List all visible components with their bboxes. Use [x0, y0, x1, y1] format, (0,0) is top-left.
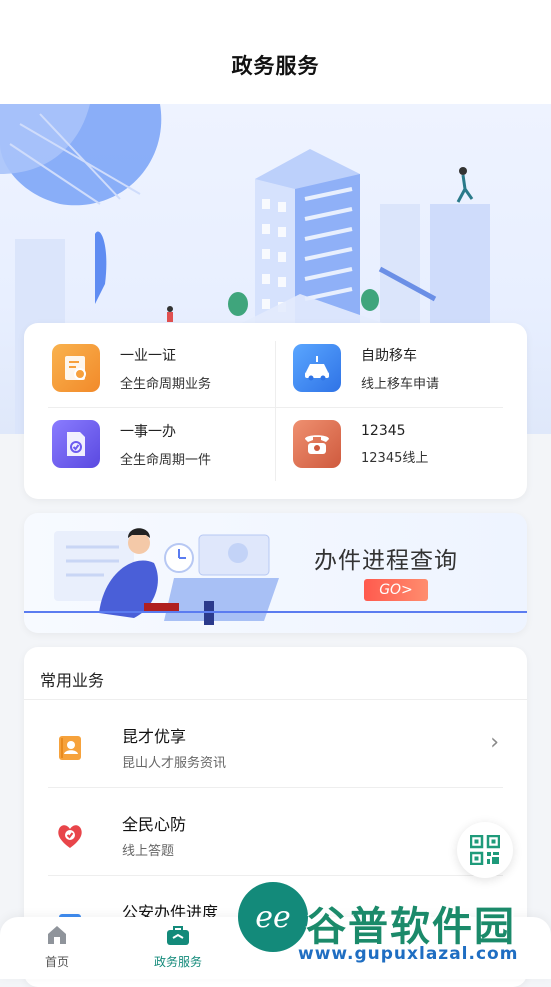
telephone-icon — [293, 420, 341, 468]
quick-services-card: 一业一证 全生命周期业务 自助移车 线上移车申请 一事一办 全生命周期一件 12… — [24, 323, 527, 499]
office-worker-illustration — [54, 528, 279, 625]
horizontal-divider — [48, 407, 503, 408]
quick-item-subtitle: 12345线上 — [361, 450, 429, 466]
quick-item-title: 一事一办 — [120, 423, 176, 440]
tab-label: 首页 — [44, 955, 69, 969]
car-move-icon — [293, 344, 341, 392]
quick-item-subtitle: 线上移车申请 — [361, 376, 440, 392]
tab-label: 政务服务 — [153, 955, 202, 969]
app-header: 政务服务 — [0, 0, 551, 104]
list-item-title: 昆才优享 — [122, 727, 187, 746]
site-watermark: ee 谷普软件园 www.gupuxlazal.com — [238, 878, 551, 979]
list-item-title: 全民心防 — [122, 815, 187, 834]
quick-item-subtitle: 全生命周期一件 — [120, 452, 212, 468]
list-item-desc: 线上答题 — [122, 844, 175, 859]
watermark-url: www.gupuxlazal.com — [298, 944, 519, 964]
quick-item-subtitle: 全生命周期业务 — [120, 376, 212, 392]
list-item-desc: 昆山人才服务资讯 — [122, 756, 227, 771]
home-icon — [48, 926, 66, 944]
talent-card-icon — [59, 736, 81, 760]
qr-code-icon — [470, 835, 500, 865]
quick-item-one-business-one-license[interactable]: 一业一证 全生命周期业务 — [24, 333, 254, 403]
page-title: 政务服务 — [231, 54, 320, 78]
list-item-kuncai[interactable]: 昆才优享 昆山人才服务资讯 › — [24, 700, 527, 788]
quick-item-title: 一业一证 — [120, 347, 176, 364]
quick-item-title: 自助移车 — [361, 347, 417, 364]
qr-code-button[interactable] — [457, 822, 513, 878]
watermark-logo: ee — [238, 882, 308, 952]
section-title: 常用业务 — [40, 671, 105, 690]
banner-baseline — [24, 611, 527, 613]
list-item-heart-defense[interactable]: 全民心防 线上答题 — [24, 788, 527, 876]
document-check-icon — [52, 420, 100, 468]
progress-query-banner[interactable]: 办件进程查询 GO> — [24, 513, 527, 633]
quick-item-12345-hotline[interactable]: 12345 12345线上 — [265, 409, 495, 479]
go-button[interactable]: GO> — [364, 579, 428, 601]
quick-item-title: 12345 — [361, 422, 406, 439]
briefcase-icon — [167, 926, 189, 945]
chevron-right-icon: › — [490, 730, 499, 755]
certificate-icon — [52, 344, 100, 392]
tab-government-services[interactable]: 政务服务 — [133, 923, 223, 970]
tab-home[interactable]: 首页 — [12, 923, 102, 970]
quick-item-one-matter-one-process[interactable]: 一事一办 全生命周期一件 — [24, 409, 254, 479]
progress-query-title: 办件进程查询 — [314, 548, 458, 574]
heart-shield-icon — [58, 825, 82, 848]
quick-item-self-service-car-move[interactable]: 自助移车 线上移车申请 — [265, 333, 495, 403]
